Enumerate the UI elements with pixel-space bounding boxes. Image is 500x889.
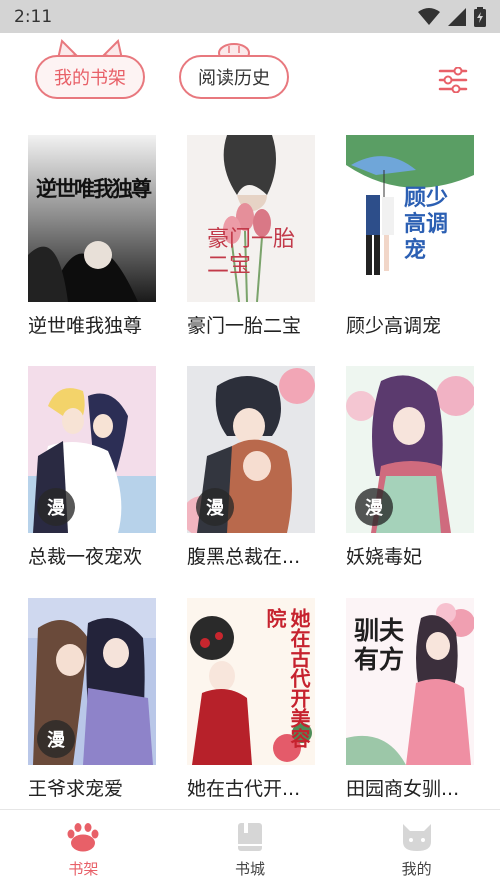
book-cover[interactable]: 驯夫有方 (346, 598, 474, 765)
nav-label-bookstore: 书城 (235, 860, 266, 878)
book-cover-text: 豪门一胎二宝 (207, 227, 296, 278)
book-cover[interactable]: 顾少高调宠 (346, 135, 474, 302)
book-title: 腹黑总裁在... (187, 546, 301, 568)
book-icon (238, 823, 262, 851)
header: 我的书架 阅读历史 (0, 33, 500, 118)
book-cover-text: 逆世唯我独尊 (36, 176, 152, 201)
tab-reading-history[interactable]: 阅读历史 (179, 55, 289, 99)
paw-icon (67, 823, 99, 852)
manga-badge: 漫 (196, 488, 234, 526)
book-cover-text: 她在古代开美容院 (263, 608, 311, 748)
book-cover[interactable]: 逆世唯我独尊 (28, 135, 156, 302)
book-title: 王爷求宠爱 (28, 778, 124, 800)
status-time: 2:11 (14, 6, 53, 27)
book-title: 田园商女驯... (346, 778, 460, 800)
book-cover[interactable]: 漫 (346, 366, 474, 533)
nav-label-bookshelf: 书架 (68, 860, 99, 878)
nav-bookstore[interactable]: 书城 (167, 810, 334, 889)
manga-badge: 漫 (37, 720, 75, 758)
book-title: 总裁一夜宠欢 (28, 546, 143, 568)
book-cover-text: 驯夫有方 (354, 616, 405, 674)
nav-label-mine: 我的 (401, 860, 432, 878)
book-cover[interactable]: 豪门一胎二宝 (187, 135, 315, 302)
book-title: 她在古代开... (187, 778, 301, 800)
book-cover[interactable]: 漫 (28, 366, 156, 533)
manga-badge: 漫 (355, 488, 393, 526)
nav-mine[interactable]: 我的 (333, 810, 500, 889)
book-cover-text: 顾少高调宠 (404, 185, 449, 263)
book-cover[interactable]: 漫 (28, 598, 156, 765)
book-title: 逆世唯我独尊 (28, 315, 143, 337)
filter-settings-icon[interactable] (438, 67, 468, 93)
signal-icon (448, 7, 466, 26)
tab-my-bookshelf[interactable]: 我的书架 (35, 55, 145, 99)
book-cover[interactable]: 漫 (187, 366, 315, 533)
status-bar: 2:11 (0, 0, 500, 33)
wifi-icon (418, 7, 440, 25)
cat-icon (402, 824, 431, 851)
status-icons (418, 6, 486, 27)
book-title: 顾少高调宠 (346, 315, 442, 337)
battery-icon (474, 6, 486, 27)
book-title: 妖娆毒妃 (346, 546, 423, 568)
bottom-nav: 书架 书城 我的 (0, 809, 500, 889)
book-title: 豪门一胎二宝 (187, 315, 302, 337)
nav-bookshelf[interactable]: 书架 (0, 810, 167, 889)
book-cover[interactable]: 她在古代开美容院 (187, 598, 315, 765)
manga-badge: 漫 (37, 488, 75, 526)
